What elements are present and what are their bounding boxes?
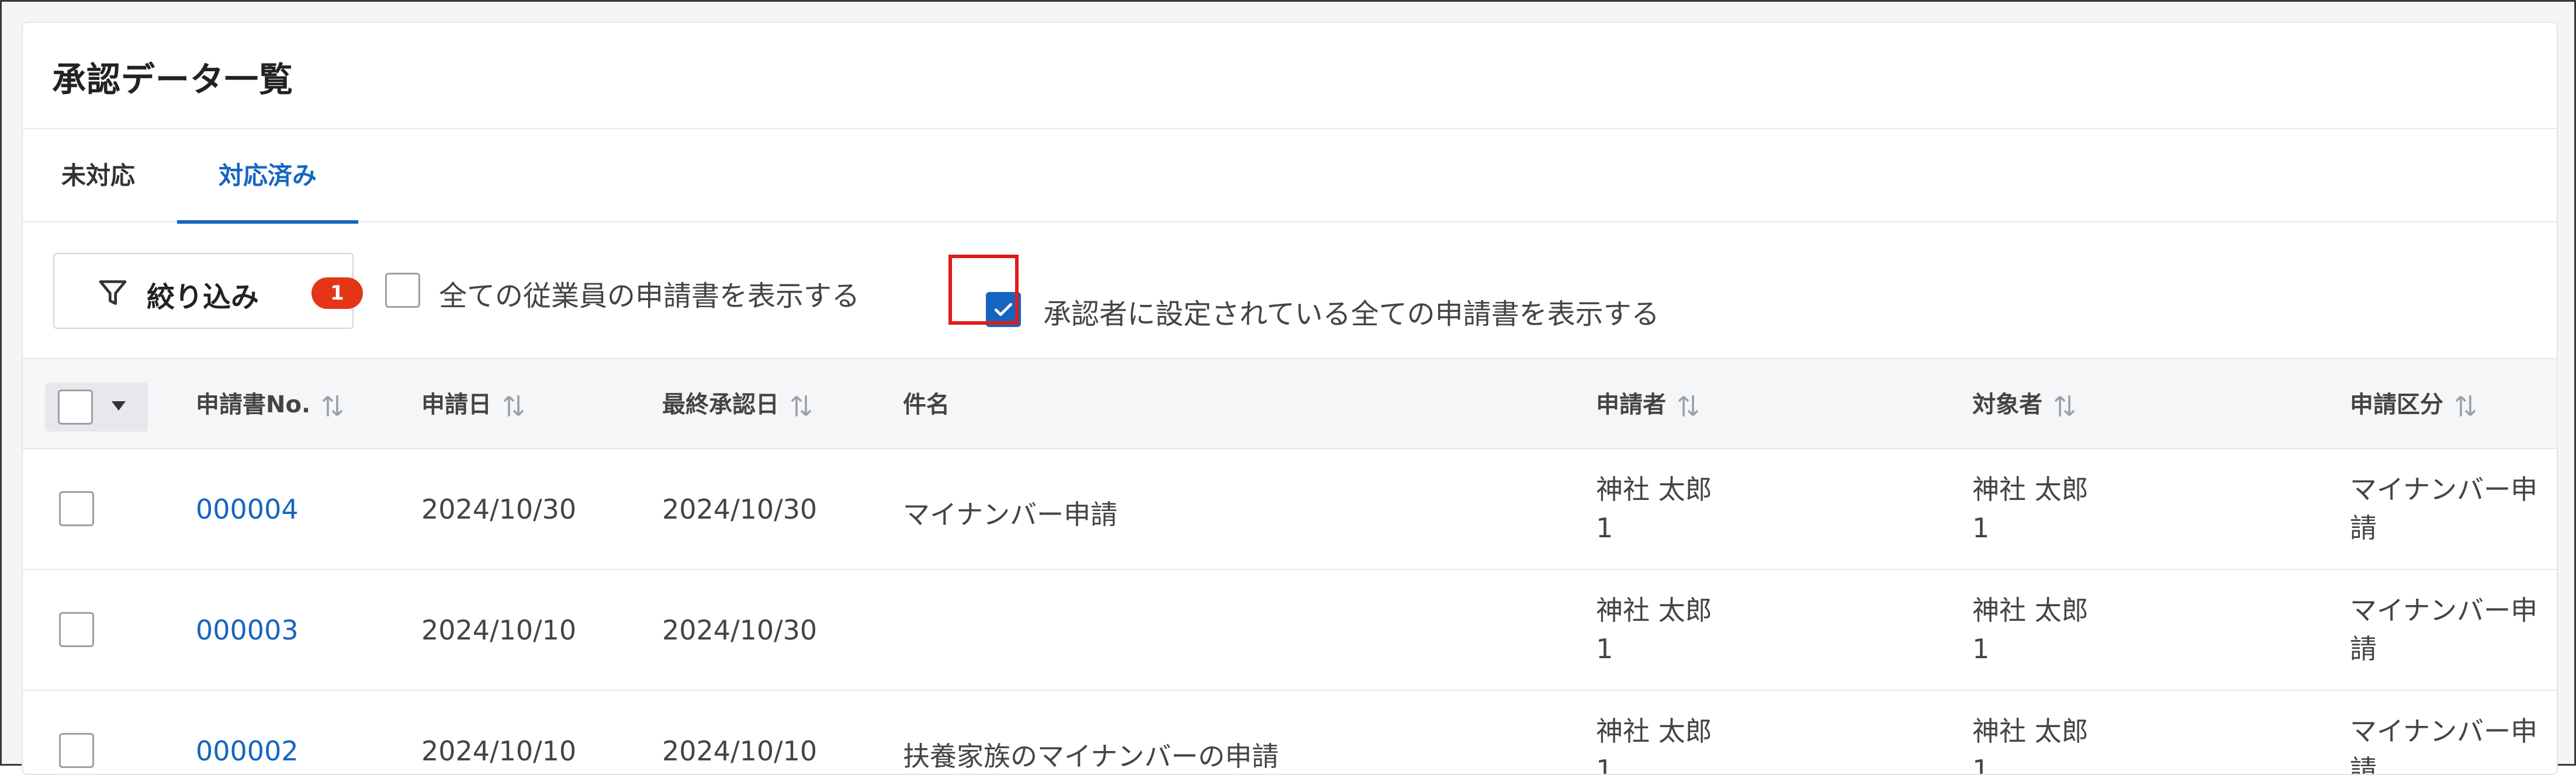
- final-approval-date: 2024/10/30: [662, 494, 818, 525]
- sort-icon[interactable]: [321, 393, 344, 419]
- show-all-approver-label: 承認者に設定されている全ての申請書を表示する: [1043, 298, 1660, 331]
- caret-down-icon[interactable]: [110, 400, 127, 412]
- column-header-label: 申請書No.: [196, 391, 311, 418]
- target-name: 神社 太郎: [1972, 474, 2089, 505]
- sort-icon[interactable]: [502, 393, 525, 419]
- column-header-subject: 件名: [903, 359, 950, 450]
- filter-icon: [99, 280, 127, 305]
- filter-count-badge: 1: [311, 277, 363, 309]
- target-name: 神社 太郎: [1972, 595, 2089, 626]
- select-all-dropdown[interactable]: [45, 383, 148, 432]
- column-header-label: 対象者: [1972, 391, 2042, 418]
- table-header: 申請書No. 申請日 最終承認日 件名 申請者 対象者 申請区分: [23, 358, 2557, 449]
- target-code: 1: [1972, 633, 1990, 665]
- row-checkbox[interactable]: [59, 612, 94, 647]
- show-all-employees-checkbox[interactable]: [385, 273, 420, 308]
- filter-button-label: 絞り込み: [147, 281, 259, 314]
- status-tabs: 未対応 対応済み: [23, 129, 2557, 224]
- category-line: 請: [2350, 512, 2377, 544]
- column-header-label: 申請日: [421, 391, 491, 418]
- category-line: 請: [2350, 754, 2377, 775]
- category-line: 請: [2350, 633, 2377, 665]
- filter-toolbar: 絞り込み 1 全ての従業員の申請書を表示する 承認者に設定されている全ての申請書…: [23, 223, 2557, 358]
- applied-date: 2024/10/30: [421, 494, 577, 525]
- applied-date: 2024/10/10: [421, 735, 577, 767]
- column-header-target[interactable]: 対象者: [1972, 359, 2076, 450]
- column-header-final-approval-date[interactable]: 最終承認日: [662, 359, 813, 450]
- applicant-name: 神社 太郎: [1596, 474, 1712, 505]
- column-header-label: 申請区分: [2350, 391, 2443, 418]
- final-approval-date: 2024/10/30: [662, 614, 818, 646]
- applicant-code: 1: [1596, 512, 1614, 544]
- category-line: マイナンバー申: [2350, 595, 2538, 626]
- column-header-application-no[interactable]: 申請書No.: [196, 359, 344, 450]
- target-name: 神社 太郎: [1972, 715, 2089, 747]
- column-header-category[interactable]: 申請区分: [2350, 359, 2477, 450]
- category-line: マイナンバー申: [2350, 715, 2538, 747]
- target-code: 1: [1972, 754, 1990, 775]
- window-frame: 承認データ一覧 未対応 対応済み 絞り込み 1 全ての従業員の申請書を表示する …: [0, 0, 2576, 775]
- target: 神社 太郎 1: [1972, 591, 2089, 668]
- column-header-applied-date[interactable]: 申請日: [421, 359, 525, 450]
- applicant-name: 神社 太郎: [1596, 595, 1712, 626]
- target-code: 1: [1972, 512, 1990, 544]
- applicant: 神社 太郎 1: [1596, 470, 1712, 547]
- applicant: 神社 太郎 1: [1596, 591, 1712, 668]
- table-row[interactable]: 000004 2024/10/30 2024/10/30 マイナンバー申請 神社…: [23, 449, 2557, 570]
- sort-icon[interactable]: [2053, 393, 2076, 419]
- applicant-name: 神社 太郎: [1596, 715, 1712, 747]
- application-no-link[interactable]: 000002: [196, 735, 299, 767]
- tab-pending[interactable]: 未対応: [61, 129, 135, 223]
- tab-handled[interactable]: 対応済み: [177, 129, 358, 224]
- page-title: 承認データ一覧: [52, 60, 294, 99]
- subject: マイナンバー申請: [903, 499, 1118, 530]
- column-header-label: 件名: [903, 391, 950, 418]
- sort-icon[interactable]: [1677, 393, 1700, 419]
- filter-button[interactable]: 絞り込み 1: [53, 253, 363, 329]
- target: 神社 太郎 1: [1972, 470, 2089, 547]
- column-header-label: 申請者: [1596, 391, 1666, 418]
- column-header-applicant[interactable]: 申請者: [1596, 359, 1700, 450]
- sort-icon[interactable]: [2454, 393, 2477, 419]
- select-all-checkbox[interactable]: [58, 390, 93, 425]
- subject: 扶養家族のマイナンバーの申請: [903, 741, 1279, 772]
- category-line: マイナンバー申: [2350, 474, 2538, 505]
- show-all-employees-label: 全ての従業員の申請書を表示する: [439, 280, 860, 312]
- final-approval-date: 2024/10/10: [662, 735, 818, 767]
- application-no-link[interactable]: 000004: [196, 494, 299, 525]
- applied-date: 2024/10/10: [421, 614, 577, 646]
- row-checkbox[interactable]: [59, 491, 94, 526]
- applicant-code: 1: [1596, 754, 1614, 775]
- approval-data-card: 承認データ一覧 未対応 対応済み 絞り込み 1 全ての従業員の申請書を表示する …: [22, 22, 2558, 775]
- highlight-box: [948, 255, 1019, 325]
- application-no-link[interactable]: 000003: [196, 614, 299, 646]
- sort-icon[interactable]: [790, 393, 813, 419]
- page-header: 承認データ一覧: [23, 23, 2557, 129]
- table-row[interactable]: 000002 2024/10/10 2024/10/10 扶養家族のマイナンバー…: [23, 691, 2557, 775]
- applicant-code: 1: [1596, 633, 1614, 665]
- category: マイナンバー申 請: [2350, 470, 2537, 547]
- table-row[interactable]: 000003 2024/10/10 2024/10/30 神社 太郎 1 神社 …: [23, 570, 2557, 691]
- column-header-label: 最終承認日: [662, 391, 779, 418]
- category: マイナンバー申 請: [2350, 591, 2537, 668]
- row-checkbox[interactable]: [59, 733, 94, 768]
